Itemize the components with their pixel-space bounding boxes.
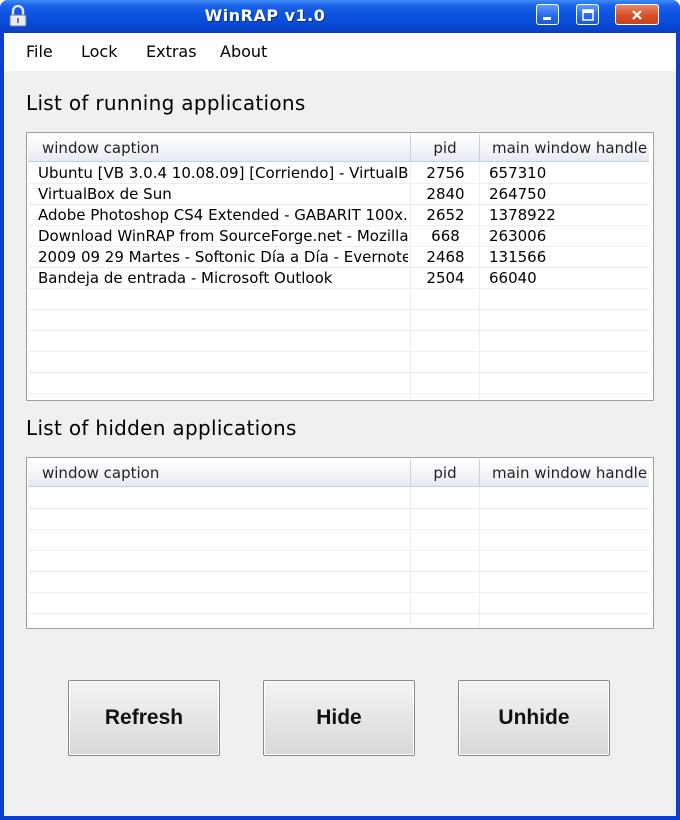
cell-handle: 131566 [489,248,547,266]
empty-row [28,530,649,551]
app-window: WinRAP v1.0 File Lock Extras About List … [0,0,680,820]
cell-caption: VirtualBox de Sun [38,185,172,203]
cell-pid: 2840 [426,185,465,203]
empty-row [28,593,649,614]
running-list-header: window caption pid main window handle [28,134,649,162]
table-row[interactable]: VirtualBox de Sun 2840 264750 [28,184,649,205]
cell-pid: 2756 [426,164,465,182]
hidden-list[interactable]: window caption pid main window handle [26,457,654,629]
cell-handle: 657310 [489,164,547,182]
cell-caption: Download WinRAP from SourceForge.net - M… [38,227,408,245]
column-main-window-handle[interactable]: main window handle [480,459,649,487]
cell-caption: Adobe Photoshop CS4 Extended - GABARIT 1… [38,206,408,224]
client-area: File Lock Extras About List of running a… [4,33,676,816]
cell-caption: Bandeja de entrada - Microsoft Outlook [38,269,333,287]
empty-row [28,289,649,310]
cell-pid: 2504 [426,269,465,287]
hide-button[interactable]: Hide [263,680,415,756]
menu-about[interactable]: About [220,42,267,61]
maximize-button[interactable] [576,4,599,25]
cell-pid: 2468 [426,248,465,266]
maximize-icon [581,8,594,21]
unhide-button[interactable]: Unhide [458,680,610,756]
empty-row [28,488,649,509]
column-pid[interactable]: pid [411,134,480,162]
minimize-icon [542,16,551,20]
empty-row [28,310,649,331]
hidden-list-header: window caption pid main window handle [28,459,649,487]
table-row[interactable]: 2009 09 29 Martes - Softonic Día a Día -… [28,247,649,268]
empty-row [28,572,649,593]
column-pid[interactable]: pid [411,459,480,487]
cell-pid: 668 [431,227,460,245]
refresh-button[interactable]: Refresh [68,680,220,756]
menu-bar: File Lock Extras About [4,33,676,71]
cell-handle: 1378922 [489,206,556,224]
table-row[interactable]: Adobe Photoshop CS4 Extended - GABARIT 1… [28,205,649,226]
cell-handle: 263006 [489,227,547,245]
window-title: WinRAP v1.0 [204,6,326,25]
empty-row [28,331,649,352]
column-window-caption[interactable]: window caption [28,459,411,487]
empty-row [28,614,649,628]
close-icon [632,9,642,20]
cell-caption: 2009 09 29 Martes - Softonic Día a Día -… [38,248,408,266]
empty-row [28,551,649,572]
title-bar[interactable]: WinRAP v1.0 [0,0,680,33]
empty-row [28,373,649,394]
cell-pid: 2652 [426,206,465,224]
empty-row [28,509,649,530]
running-list-label: List of running applications [26,91,306,115]
table-row[interactable]: Bandeja de entrada - Microsoft Outlook 2… [28,268,649,289]
hidden-list-label: List of hidden applications [26,416,297,440]
menu-extras[interactable]: Extras [146,42,197,61]
empty-row [28,352,649,373]
column-main-window-handle[interactable]: main window handle [480,134,649,162]
column-window-caption[interactable]: window caption [28,134,411,162]
menu-file[interactable]: File [26,42,53,61]
cell-handle: 66040 [489,269,537,287]
minimize-button[interactable] [536,4,559,25]
cell-caption: Ubuntu [VB 3.0.4 10.08.09] [Corriendo] -… [38,164,408,182]
table-row[interactable]: Download WinRAP from SourceForge.net - M… [28,226,649,247]
running-list[interactable]: window caption pid main window handle Ub… [26,132,654,401]
close-button[interactable] [615,4,659,25]
table-row[interactable]: Ubuntu [VB 3.0.4 10.08.09] [Corriendo] -… [28,163,649,184]
menu-lock[interactable]: Lock [81,42,117,61]
cell-handle: 264750 [489,185,547,203]
